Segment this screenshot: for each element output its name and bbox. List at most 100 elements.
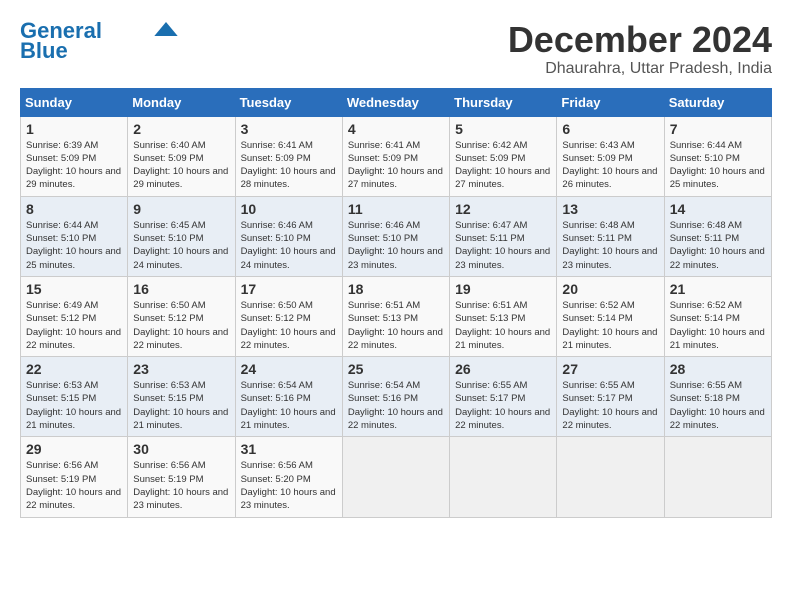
day-number: 24 [241, 361, 337, 377]
day-number: 12 [455, 201, 551, 217]
day-cell-22: 22 Sunrise: 6:53 AM Sunset: 5:15 PM Dayl… [21, 357, 128, 437]
day-cell-15: 15 Sunrise: 6:49 AM Sunset: 5:12 PM Dayl… [21, 276, 128, 356]
empty-cell [557, 437, 664, 517]
logo: General Blue [20, 20, 178, 62]
day-cell-7: 7 Sunrise: 6:44 AM Sunset: 5:10 PM Dayli… [664, 116, 771, 196]
day-cell-3: 3 Sunrise: 6:41 AM Sunset: 5:09 PM Dayli… [235, 116, 342, 196]
day-number: 6 [562, 121, 658, 137]
day-number: 18 [348, 281, 444, 297]
day-info: Sunrise: 6:56 AM Sunset: 5:19 PM Dayligh… [26, 460, 121, 511]
header-cell-friday: Friday [557, 88, 664, 116]
day-info: Sunrise: 6:51 AM Sunset: 5:13 PM Dayligh… [455, 300, 550, 351]
day-number: 11 [348, 201, 444, 217]
day-number: 15 [26, 281, 122, 297]
day-number: 28 [670, 361, 766, 377]
day-cell-5: 5 Sunrise: 6:42 AM Sunset: 5:09 PM Dayli… [450, 116, 557, 196]
day-number: 10 [241, 201, 337, 217]
day-number: 27 [562, 361, 658, 377]
day-number: 9 [133, 201, 229, 217]
day-number: 13 [562, 201, 658, 217]
day-info: Sunrise: 6:51 AM Sunset: 5:13 PM Dayligh… [348, 300, 443, 351]
day-cell-9: 9 Sunrise: 6:45 AM Sunset: 5:10 PM Dayli… [128, 196, 235, 276]
header-cell-monday: Monday [128, 88, 235, 116]
day-cell-4: 4 Sunrise: 6:41 AM Sunset: 5:09 PM Dayli… [342, 116, 449, 196]
day-number: 21 [670, 281, 766, 297]
day-number: 17 [241, 281, 337, 297]
day-number: 2 [133, 121, 229, 137]
day-info: Sunrise: 6:53 AM Sunset: 5:15 PM Dayligh… [133, 380, 228, 431]
day-info: Sunrise: 6:54 AM Sunset: 5:16 PM Dayligh… [348, 380, 443, 431]
day-cell-12: 12 Sunrise: 6:47 AM Sunset: 5:11 PM Dayl… [450, 196, 557, 276]
day-number: 19 [455, 281, 551, 297]
day-cell-25: 25 Sunrise: 6:54 AM Sunset: 5:16 PM Dayl… [342, 357, 449, 437]
day-cell-11: 11 Sunrise: 6:46 AM Sunset: 5:10 PM Dayl… [342, 196, 449, 276]
day-info: Sunrise: 6:55 AM Sunset: 5:17 PM Dayligh… [455, 380, 550, 431]
calendar-week-3: 15 Sunrise: 6:49 AM Sunset: 5:12 PM Dayl… [21, 276, 772, 356]
day-info: Sunrise: 6:46 AM Sunset: 5:10 PM Dayligh… [241, 220, 336, 271]
day-info: Sunrise: 6:54 AM Sunset: 5:16 PM Dayligh… [241, 380, 336, 431]
day-number: 8 [26, 201, 122, 217]
day-info: Sunrise: 6:48 AM Sunset: 5:11 PM Dayligh… [670, 220, 765, 271]
day-info: Sunrise: 6:44 AM Sunset: 5:10 PM Dayligh… [26, 220, 121, 271]
day-number: 4 [348, 121, 444, 137]
header-cell-tuesday: Tuesday [235, 88, 342, 116]
day-cell-24: 24 Sunrise: 6:54 AM Sunset: 5:16 PM Dayl… [235, 357, 342, 437]
day-number: 20 [562, 281, 658, 297]
day-cell-19: 19 Sunrise: 6:51 AM Sunset: 5:13 PM Dayl… [450, 276, 557, 356]
title-area: December 2024 Dhaurahra, Uttar Pradesh, … [508, 20, 772, 78]
day-cell-26: 26 Sunrise: 6:55 AM Sunset: 5:17 PM Dayl… [450, 357, 557, 437]
day-number: 25 [348, 361, 444, 377]
day-info: Sunrise: 6:52 AM Sunset: 5:14 PM Dayligh… [670, 300, 765, 351]
day-number: 22 [26, 361, 122, 377]
day-number: 26 [455, 361, 551, 377]
day-cell-16: 16 Sunrise: 6:50 AM Sunset: 5:12 PM Dayl… [128, 276, 235, 356]
day-info: Sunrise: 6:52 AM Sunset: 5:14 PM Dayligh… [562, 300, 657, 351]
day-info: Sunrise: 6:40 AM Sunset: 5:09 PM Dayligh… [133, 140, 228, 191]
day-info: Sunrise: 6:39 AM Sunset: 5:09 PM Dayligh… [26, 140, 121, 191]
day-cell-2: 2 Sunrise: 6:40 AM Sunset: 5:09 PM Dayli… [128, 116, 235, 196]
calendar-week-5: 29 Sunrise: 6:56 AM Sunset: 5:19 PM Dayl… [21, 437, 772, 517]
day-number: 1 [26, 121, 122, 137]
day-number: 3 [241, 121, 337, 137]
day-info: Sunrise: 6:48 AM Sunset: 5:11 PM Dayligh… [562, 220, 657, 271]
day-cell-1: 1 Sunrise: 6:39 AM Sunset: 5:09 PM Dayli… [21, 116, 128, 196]
day-info: Sunrise: 6:47 AM Sunset: 5:11 PM Dayligh… [455, 220, 550, 271]
day-number: 31 [241, 441, 337, 457]
day-number: 29 [26, 441, 122, 457]
calendar-subtitle: Dhaurahra, Uttar Pradesh, India [508, 60, 772, 78]
calendar-week-2: 8 Sunrise: 6:44 AM Sunset: 5:10 PM Dayli… [21, 196, 772, 276]
day-info: Sunrise: 6:43 AM Sunset: 5:09 PM Dayligh… [562, 140, 657, 191]
day-number: 23 [133, 361, 229, 377]
day-info: Sunrise: 6:44 AM Sunset: 5:10 PM Dayligh… [670, 140, 765, 191]
day-info: Sunrise: 6:41 AM Sunset: 5:09 PM Dayligh… [348, 140, 443, 191]
day-info: Sunrise: 6:56 AM Sunset: 5:20 PM Dayligh… [241, 460, 336, 511]
day-info: Sunrise: 6:45 AM Sunset: 5:10 PM Dayligh… [133, 220, 228, 271]
empty-cell [342, 437, 449, 517]
header-cell-saturday: Saturday [664, 88, 771, 116]
day-number: 7 [670, 121, 766, 137]
day-info: Sunrise: 6:56 AM Sunset: 5:19 PM Dayligh… [133, 460, 228, 511]
day-info: Sunrise: 6:50 AM Sunset: 5:12 PM Dayligh… [241, 300, 336, 351]
header-cell-sunday: Sunday [21, 88, 128, 116]
day-info: Sunrise: 6:42 AM Sunset: 5:09 PM Dayligh… [455, 140, 550, 191]
day-info: Sunrise: 6:41 AM Sunset: 5:09 PM Dayligh… [241, 140, 336, 191]
day-cell-23: 23 Sunrise: 6:53 AM Sunset: 5:15 PM Dayl… [128, 357, 235, 437]
day-info: Sunrise: 6:53 AM Sunset: 5:15 PM Dayligh… [26, 380, 121, 431]
day-cell-6: 6 Sunrise: 6:43 AM Sunset: 5:09 PM Dayli… [557, 116, 664, 196]
day-cell-20: 20 Sunrise: 6:52 AM Sunset: 5:14 PM Dayl… [557, 276, 664, 356]
day-cell-13: 13 Sunrise: 6:48 AM Sunset: 5:11 PM Dayl… [557, 196, 664, 276]
calendar-title: December 2024 [508, 20, 772, 60]
day-cell-28: 28 Sunrise: 6:55 AM Sunset: 5:18 PM Dayl… [664, 357, 771, 437]
day-cell-27: 27 Sunrise: 6:55 AM Sunset: 5:17 PM Dayl… [557, 357, 664, 437]
header-cell-wednesday: Wednesday [342, 88, 449, 116]
day-cell-31: 31 Sunrise: 6:56 AM Sunset: 5:20 PM Dayl… [235, 437, 342, 517]
day-cell-18: 18 Sunrise: 6:51 AM Sunset: 5:13 PM Dayl… [342, 276, 449, 356]
calendar-body: 1 Sunrise: 6:39 AM Sunset: 5:09 PM Dayli… [21, 116, 772, 517]
day-number: 5 [455, 121, 551, 137]
day-info: Sunrise: 6:55 AM Sunset: 5:18 PM Dayligh… [670, 380, 765, 431]
calendar-table: SundayMondayTuesdayWednesdayThursdayFrid… [20, 88, 772, 518]
calendar-week-4: 22 Sunrise: 6:53 AM Sunset: 5:15 PM Dayl… [21, 357, 772, 437]
day-info: Sunrise: 6:49 AM Sunset: 5:12 PM Dayligh… [26, 300, 121, 351]
day-cell-8: 8 Sunrise: 6:44 AM Sunset: 5:10 PM Dayli… [21, 196, 128, 276]
day-cell-14: 14 Sunrise: 6:48 AM Sunset: 5:11 PM Dayl… [664, 196, 771, 276]
